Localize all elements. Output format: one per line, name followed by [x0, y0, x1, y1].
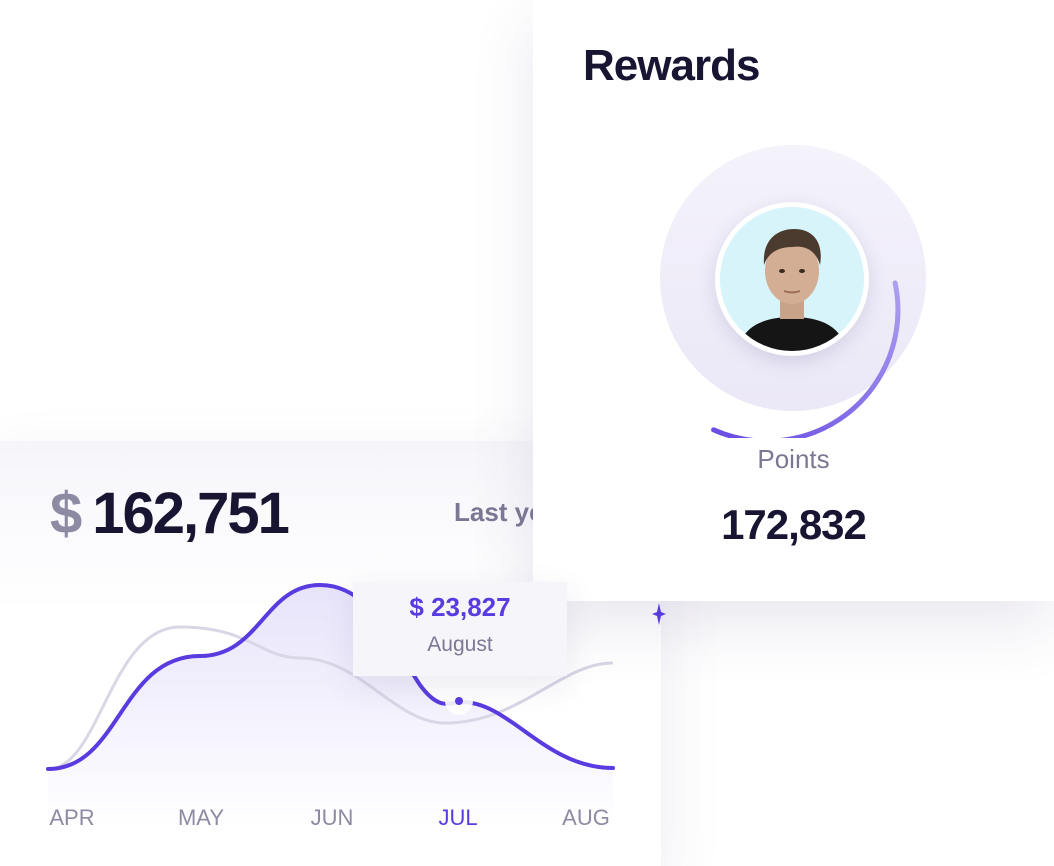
amount-value: 162,751 [92, 481, 290, 546]
selected-point[interactable] [455, 697, 463, 705]
month-label-aug: AUG [562, 805, 610, 830]
rewards-card: Rewards Points 172,832 [533, 0, 1054, 601]
sparkle-icon [652, 603, 666, 625]
tooltip-amount: $ 23,827 [409, 592, 511, 622]
rewards-title: Rewards [583, 41, 760, 90]
month-label-apr: APR [49, 805, 94, 830]
points-label: Points [757, 444, 830, 474]
month-label-jul: JUL [438, 805, 477, 830]
chart-tooltip: $ 23,827 August [353, 582, 567, 676]
month-label-jun: JUN [311, 805, 354, 830]
period-selector[interactable]: Last ye [454, 499, 544, 525]
points-value: 172,832 [721, 501, 867, 548]
total-amount: $162,751 [50, 485, 290, 543]
avatar[interactable] [715, 202, 869, 356]
month-label-may: MAY [178, 805, 224, 830]
tooltip-label: August [427, 633, 493, 656]
avatar-photo [720, 207, 864, 351]
currency-symbol: $ [50, 481, 82, 546]
person-portrait-icon [720, 207, 864, 351]
